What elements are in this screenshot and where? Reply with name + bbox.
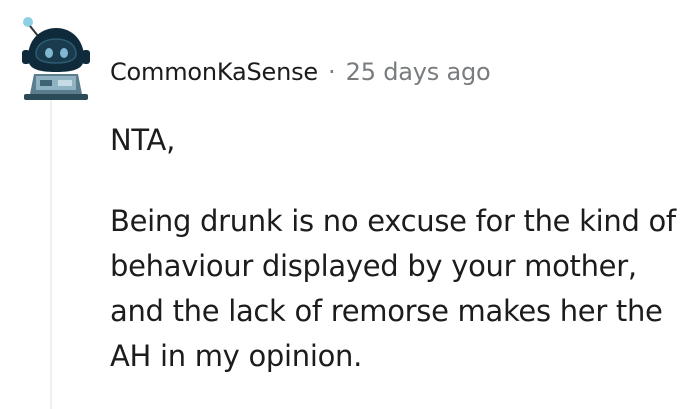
user-avatar[interactable] bbox=[14, 14, 94, 104]
thread-line[interactable] bbox=[50, 98, 52, 409]
comment-header: CommonKaSense · 25 days ago bbox=[110, 54, 491, 90]
timestamp-link[interactable]: 25 days ago bbox=[346, 58, 491, 86]
comment-body: NTA, Being drunk is no excuse for the ki… bbox=[110, 118, 695, 379]
meta-separator: · bbox=[328, 58, 336, 86]
comment-paragraph: Being drunk is no excuse for the kind of… bbox=[110, 204, 676, 373]
snoo-avatar-icon bbox=[22, 17, 90, 100]
comment-paragraph: NTA, bbox=[110, 123, 176, 157]
comment-card: CommonKaSense · 25 days ago NTA, Being d… bbox=[0, 0, 700, 409]
username-link[interactable]: CommonKaSense bbox=[110, 58, 318, 86]
